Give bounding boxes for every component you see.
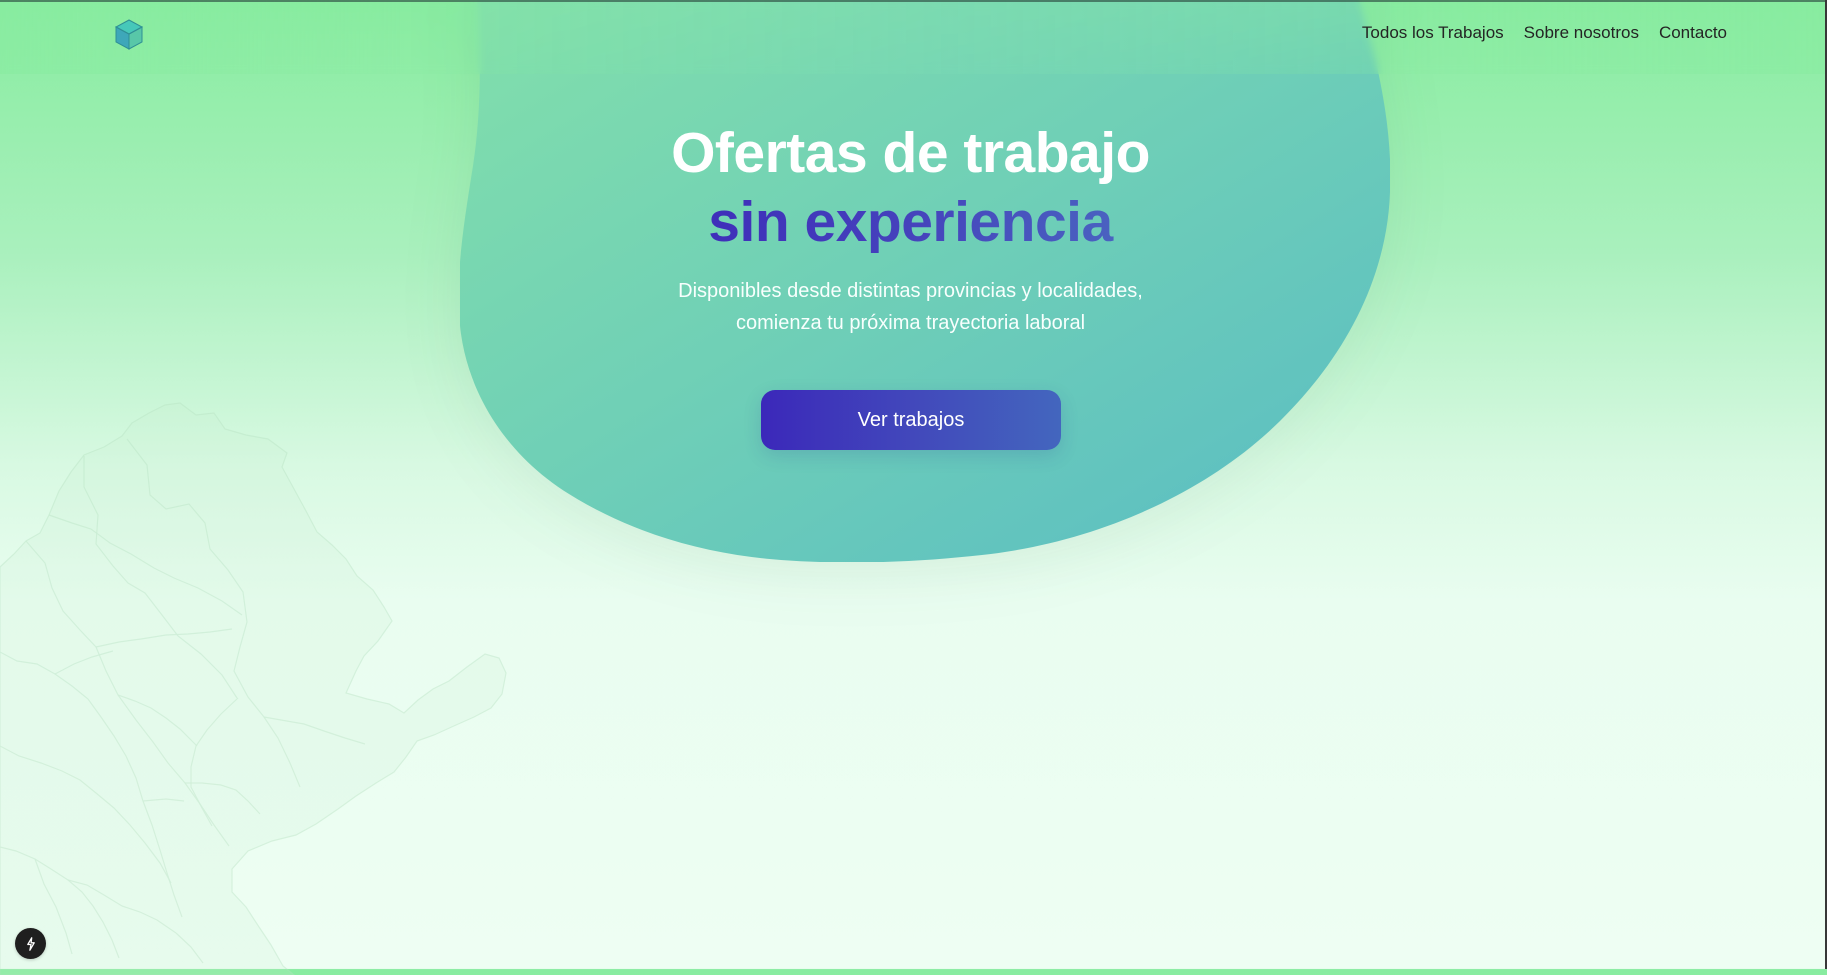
main-nav: Todos los Trabajos Sobre nosotros Contac… bbox=[1362, 24, 1727, 41]
hero-content: Ofertas de trabajo sin experiencia Dispo… bbox=[603, 118, 1218, 339]
hero-title-secondary: sin experiencia bbox=[603, 192, 1218, 253]
lightning-tool-button[interactable] bbox=[15, 928, 46, 959]
browser-top-edge bbox=[0, 0, 1827, 2]
landing-page: Todos los Trabajos Sobre nosotros Contac… bbox=[0, 0, 1827, 975]
hero-subtitle-line-2: comienza tu próxima trayectoria laboral bbox=[735, 311, 1086, 334]
top-navigation: Todos los Trabajos Sobre nosotros Contac… bbox=[0, 0, 1827, 74]
nav-link-sobre-nosotros[interactable]: Sobre nosotros bbox=[1524, 24, 1639, 41]
view-jobs-button[interactable]: Ver trabajos bbox=[761, 390, 1061, 450]
logo-button[interactable] bbox=[112, 18, 146, 52]
lightning-icon bbox=[26, 936, 35, 951]
nav-link-todos-los-trabajos[interactable]: Todos los Trabajos bbox=[1362, 24, 1504, 41]
hero-subtitle: Disponibles desde distintas provincias y… bbox=[631, 275, 1191, 339]
cube-icon bbox=[114, 19, 144, 50]
nav-link-contacto[interactable]: Contacto bbox=[1659, 24, 1727, 41]
hero-subtitle-line-1: Disponibles desde distintas provincias y… bbox=[678, 279, 1143, 302]
argentina-map-decoration bbox=[0, 402, 507, 975]
hero-title-primary: Ofertas de trabajo bbox=[671, 121, 1150, 185]
